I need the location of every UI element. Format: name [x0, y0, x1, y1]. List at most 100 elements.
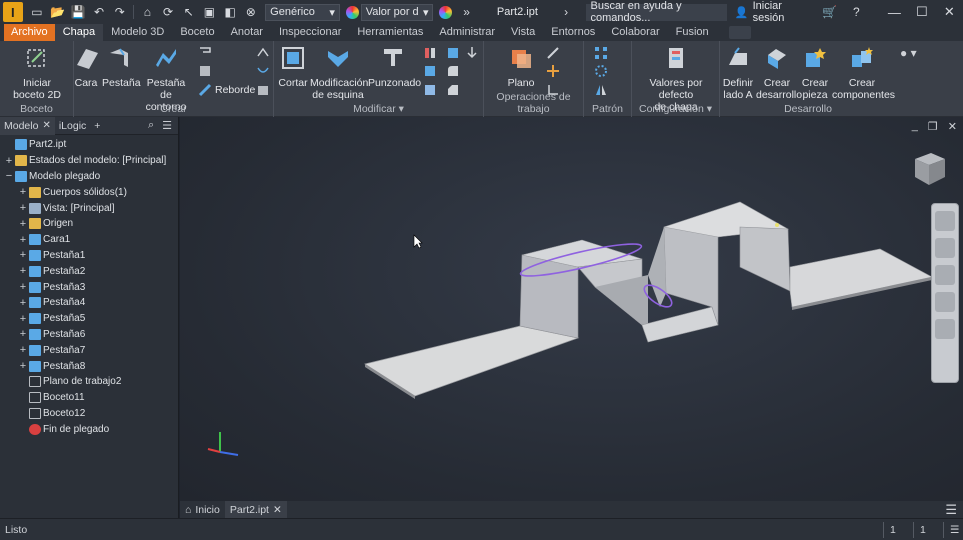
search-arrow-icon[interactable]: › [558, 4, 575, 21]
maximize-button[interactable]: ☐ [908, 4, 935, 20]
tab-boceto[interactable]: Boceto [172, 24, 222, 41]
tree-node[interactable]: + Pestaña5 [0, 311, 178, 327]
menu-icon[interactable]: ☰ [162, 119, 172, 132]
close-button[interactable]: ✕ [936, 4, 963, 20]
tree-node[interactable]: + Cuerpos sólidos(1) [0, 184, 178, 200]
hem-small-icon[interactable] [198, 46, 212, 60]
make-part-button[interactable]: Crear pieza [800, 45, 830, 101]
video-icon[interactable] [728, 26, 751, 39]
tab-entornos[interactable]: Entornos [543, 24, 603, 41]
tree-node[interactable]: + Vista: [Principal] [0, 200, 178, 216]
undo-icon[interactable]: ↶ [91, 4, 108, 21]
clear-override-icon[interactable]: ⊗ [242, 4, 259, 21]
tab-ilogic[interactable]: iLogic [55, 120, 90, 132]
define-a-side-button[interactable]: Definir lado A [720, 45, 756, 101]
expand-toggle-icon[interactable]: + [18, 249, 28, 261]
move-face-icon[interactable] [465, 46, 479, 60]
tab-home[interactable]: ⌂ Inicio [180, 501, 225, 518]
tree-node[interactable]: Fin de plegado [0, 421, 178, 437]
tree-node[interactable]: + Origen [0, 216, 178, 232]
corner-round-icon[interactable] [446, 64, 460, 78]
document-menu-icon[interactable]: ☰ [945, 502, 963, 518]
hem-label[interactable]: Reborde [215, 84, 255, 96]
appearance-select[interactable]: Valor por d ▾ [360, 3, 434, 21]
color-ball-icon[interactable] [345, 5, 359, 19]
ribbon-options-icon[interactable]: ● ▾ [900, 46, 917, 60]
expand-toggle-icon[interactable]: + [18, 265, 28, 277]
expand-toggle-icon[interactable]: + [18, 281, 28, 293]
expand-toggle-icon[interactable]: + [18, 313, 28, 325]
face-button[interactable]: Cara [74, 45, 98, 89]
expand-toggle-icon[interactable]: + [18, 297, 28, 309]
cut-button[interactable]: Cortar [278, 45, 308, 89]
save-icon[interactable]: 💾 [70, 4, 87, 21]
material-select[interactable]: Genérico ▾ [265, 3, 340, 21]
tree-node[interactable]: + Pestaña3 [0, 279, 178, 295]
tree-node[interactable]: Plano de trabajo2 [0, 374, 178, 390]
zoom-icon[interactable] [935, 265, 955, 285]
hem-icon[interactable] [198, 83, 212, 97]
signin-button[interactable]: 👤 Iniciar sesión [735, 0, 815, 24]
bend-icon[interactable] [256, 64, 270, 78]
expand-toggle-icon[interactable]: + [18, 344, 28, 356]
steering-wheel-icon[interactable] [935, 211, 955, 231]
tree-node[interactable]: + Pestaña2 [0, 263, 178, 279]
expand-toggle-icon[interactable]: + [18, 218, 28, 230]
tab-herramientas[interactable]: Herramientas [349, 24, 431, 41]
help-search-input[interactable]: Buscar en ayuda y comandos... [586, 0, 727, 24]
tab-archivo[interactable]: Archivo [4, 24, 55, 41]
tab-fusion[interactable]: Fusion [668, 24, 717, 41]
tab-chapa[interactable]: Chapa [54, 24, 104, 41]
circular-pattern-icon[interactable] [594, 64, 608, 78]
tree-node[interactable]: + Estados del modelo: [Principal] [0, 153, 178, 169]
minimize-button[interactable]: — [881, 5, 908, 20]
expand-toggle-icon[interactable]: + [18, 186, 28, 198]
start-sketch-button[interactable]: Iniciar boceto 2D [8, 45, 66, 101]
expand-toggle-icon[interactable]: − [4, 170, 14, 182]
tree-node[interactable]: + Pestaña8 [0, 358, 178, 374]
tree-node[interactable]: − Modelo plegado [0, 169, 178, 185]
work-axis-icon[interactable] [546, 46, 560, 60]
work-point-icon[interactable] [546, 64, 560, 78]
tree-node[interactable]: Boceto12 [0, 406, 178, 422]
graphics-viewport[interactable]: _ ❐ ✕ [180, 117, 963, 501]
update-icon[interactable]: ⟳ [160, 4, 177, 21]
punch-button[interactable]: Punzonado [368, 45, 421, 89]
refold-icon[interactable] [423, 64, 437, 78]
redo-icon[interactable]: ↷ [111, 4, 128, 21]
pan-icon[interactable] [935, 238, 955, 258]
help-icon[interactable]: ? [848, 4, 865, 21]
app-logo-icon[interactable]: I [3, 2, 23, 22]
new-file-icon[interactable]: ▭ [29, 4, 46, 21]
tab-part2[interactable]: Part2.ipt ✕ [224, 501, 287, 518]
tree-node[interactable]: Boceto11 [0, 390, 178, 406]
rip-icon[interactable] [256, 83, 270, 97]
make-components-button[interactable]: Crear componentes [832, 45, 895, 101]
corner-edit-button[interactable]: Modificación de esquina [310, 45, 368, 101]
measure-icon[interactable]: ▣ [201, 4, 218, 21]
viewcube-icon[interactable] [909, 149, 949, 189]
select-icon[interactable]: ↖ [180, 4, 197, 21]
rectangular-pattern-icon[interactable] [594, 46, 608, 60]
home-icon[interactable]: ⌂ [139, 4, 156, 21]
tree-node[interactable]: + Pestaña6 [0, 327, 178, 343]
close-icon[interactable]: ✕ [42, 120, 50, 131]
tree-node[interactable]: + Cara1 [0, 232, 178, 248]
expand-toggle-icon[interactable]: + [18, 328, 28, 340]
tree-node[interactable]: + Pestaña7 [0, 342, 178, 358]
close-icon[interactable]: ✕ [273, 504, 282, 516]
corner-chamfer-icon[interactable] [446, 83, 460, 97]
look-at-icon[interactable] [935, 319, 955, 339]
tree-node[interactable]: Part2.ipt [0, 137, 178, 153]
mirror-icon[interactable] [594, 83, 608, 97]
tab-modelo[interactable]: Modelo ✕ [0, 116, 55, 135]
expand-toggle-icon[interactable]: + [18, 360, 28, 372]
orbit-icon[interactable] [935, 292, 955, 312]
expand-toggle-icon[interactable]: + [4, 155, 14, 167]
expand-toggle-icon[interactable]: + [18, 202, 28, 214]
tab-administrar[interactable]: Administrar [431, 24, 503, 41]
tab-colaborar[interactable]: Colaborar [603, 24, 667, 41]
cart-icon[interactable]: 🛒 [821, 4, 838, 21]
tab-modelo-3d[interactable]: Modelo 3D [103, 24, 172, 41]
fold-small-icon[interactable] [198, 64, 212, 78]
